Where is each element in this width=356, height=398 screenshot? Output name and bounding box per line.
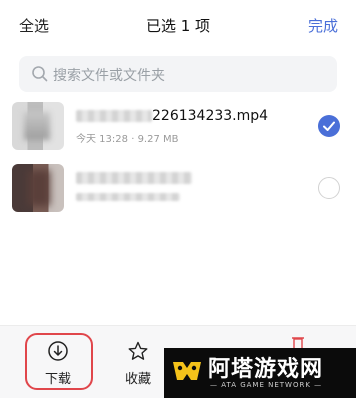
download-highlight-box [25,333,93,390]
file-name-suffix: 226134233.mp4 [152,108,269,124]
file-thumbnail [12,164,64,212]
file-meta [76,192,180,203]
top-bar: 全选 已选 1 项 完成 [0,0,356,52]
redacted-text [76,172,192,184]
file-name: 226134233.mp4 [76,108,268,124]
selection-count-title: 已选 1 项 [145,17,211,35]
star-icon [128,341,148,360]
checkbox-checked[interactable] [318,115,340,137]
file-row[interactable]: 226134233.mp4 今天 13:28 · 9.27 MB [0,96,356,156]
watermark-title: 阿塔游戏网 [208,357,324,382]
redacted-text [76,193,180,201]
search-input[interactable]: 搜索文件或文件夹 [19,56,337,92]
favorite-label: 收藏 [124,372,151,387]
search-placeholder: 搜索文件或文件夹 [53,68,165,84]
gamepad-logo-icon [173,362,201,380]
file-meta: 今天 13:28 · 9.27 MB [76,130,179,145]
file-name [76,170,192,186]
redacted-text [76,110,152,122]
file-size: 9.27 MB [137,134,179,145]
search-icon [32,66,48,82]
watermark: 阿塔游戏网 — ATA GAME NETWORK — [164,348,356,398]
file-row[interactable] [0,158,356,218]
watermark-subtitle: — ATA GAME NETWORK — [210,381,323,389]
checkbox-unchecked[interactable] [318,177,340,199]
favorite-button[interactable]: 收藏 [108,326,168,398]
done-button[interactable]: 完成 [308,15,338,36]
file-date: 今天 13:28 [76,134,128,145]
meta-separator: · [131,134,135,145]
file-thumbnail [12,102,64,150]
check-icon [323,121,335,131]
